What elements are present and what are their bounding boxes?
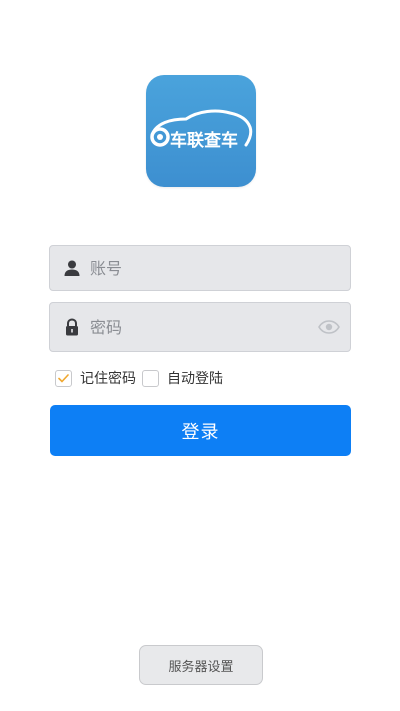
lock-icon: [66, 318, 78, 336]
login-page: 车联查车 记住密码: [0, 0, 400, 711]
server-settings-button[interactable]: 服务器设置: [139, 645, 263, 685]
user-icon: [64, 260, 80, 276]
remember-password-checkbox[interactable]: 记住密码: [55, 368, 136, 388]
eye-icon[interactable]: [318, 320, 340, 334]
checkmark-icon: [58, 373, 69, 382]
remember-password-box[interactable]: [55, 369, 72, 387]
login-options: 记住密码 自动登陆: [55, 368, 229, 388]
app-logo-text: 车联查车: [170, 131, 238, 151]
app-logo: 车联查车: [146, 75, 256, 187]
auto-login-label: 自动登陆: [167, 371, 223, 387]
password-field-container: [49, 302, 351, 352]
password-input[interactable]: [90, 303, 310, 351]
auto-login-checkbox[interactable]: 自动登陆: [142, 368, 223, 388]
auto-login-box[interactable]: [142, 369, 159, 387]
login-button[interactable]: 登录: [50, 405, 351, 456]
username-input[interactable]: [90, 246, 310, 290]
username-field-container: [49, 245, 351, 291]
remember-password-label: 记住密码: [80, 371, 136, 387]
